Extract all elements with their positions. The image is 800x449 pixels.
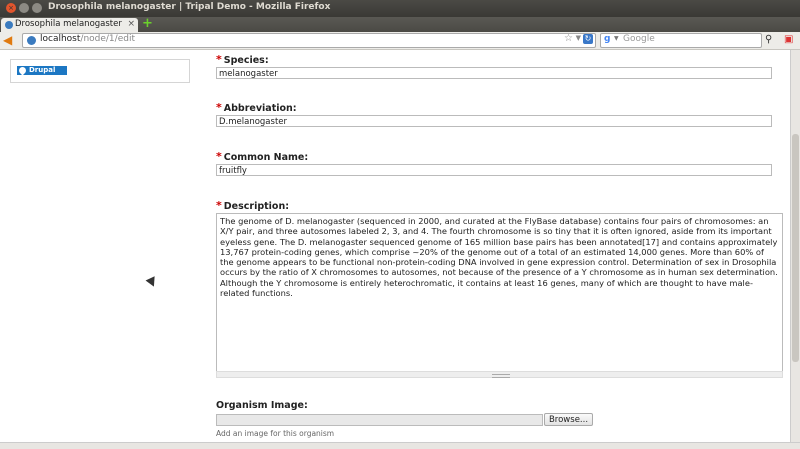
- browser-tab[interactable]: Drosophila melanogaster | Tri... ×: [1, 18, 138, 32]
- url-host: localhost: [40, 34, 81, 44]
- tab-bar: Drosophila melanogaster | Tri... × +: [0, 17, 800, 32]
- url-bar[interactable]: localhost/node/1/edit ☆ ▼ ↻: [22, 33, 596, 48]
- abbreviation-label: * Abbreviation:: [216, 101, 297, 114]
- window-title: Drosophila melanogaster | Tripal Demo - …: [48, 2, 331, 12]
- bookmark-star-icon[interactable]: ☆: [564, 33, 573, 44]
- description-label: * Description:: [216, 199, 290, 212]
- sidebar-block: Drupal: [10, 59, 190, 83]
- window-minimize-button[interactable]: [19, 3, 29, 13]
- common-name-label: * Common Name:: [216, 150, 309, 163]
- required-mark: *: [216, 53, 222, 66]
- abbreviation-field-group: * Abbreviation: D.melanogaster: [216, 101, 772, 127]
- textarea-resize-grip[interactable]: [216, 371, 783, 378]
- search-magnifier-icon[interactable]: ⚲: [765, 34, 777, 46]
- required-mark: *: [216, 199, 222, 212]
- species-input[interactable]: melanogaster: [216, 67, 772, 79]
- description-field-group: * Description: The genome of D. melanogas…: [216, 199, 783, 378]
- drupal-badge-label: Drupal: [29, 66, 56, 74]
- grip-handle-icon: [492, 374, 510, 378]
- tab-close-icon[interactable]: ×: [127, 19, 135, 29]
- site-identity-icon[interactable]: [27, 36, 36, 45]
- favicon-icon: [5, 21, 13, 29]
- search-placeholder: Google: [623, 34, 655, 44]
- reload-icon[interactable]: ↻: [583, 34, 593, 44]
- common-name-input[interactable]: fruitfly: [216, 164, 772, 176]
- menu-icon[interactable]: ▣: [784, 34, 796, 46]
- url-history-dropdown-icon[interactable]: ▼: [576, 34, 581, 42]
- species-field-group: * Species: melanogaster: [216, 53, 772, 79]
- window-close-button[interactable]: ×: [6, 3, 16, 13]
- abbreviation-input[interactable]: D.melanogaster: [216, 115, 772, 127]
- window-title-bar: × Drosophila melanogaster | Tripal Demo …: [0, 0, 800, 17]
- required-mark: *: [216, 150, 222, 163]
- drupal-drop-icon: [17, 65, 28, 76]
- url-path: /node/1/edit: [80, 34, 135, 44]
- browse-button[interactable]: Browse...: [544, 413, 593, 426]
- page-content: Drupal * Species: melanogaster * Abbreviat…: [0, 50, 790, 442]
- search-box[interactable]: g ▼ Google: [600, 33, 762, 48]
- navigation-bar: ◀ localhost/node/1/edit ☆ ▼ ↻ g ▼ Google…: [0, 32, 800, 50]
- required-mark: *: [216, 101, 222, 114]
- search-engine-dropdown-icon[interactable]: ▼: [614, 35, 619, 42]
- organism-image-description: Add an image for this organism: [216, 429, 335, 438]
- species-label: * Species:: [216, 53, 269, 66]
- vertical-scrollbar[interactable]: [790, 50, 800, 442]
- scrollbar-thumb[interactable]: [792, 134, 799, 362]
- drupal-badge[interactable]: Drupal: [17, 65, 67, 76]
- organism-image-field-group: Organism Image: Browse... Add an image f…: [216, 400, 593, 438]
- back-arrow-icon[interactable]: ◀: [3, 34, 17, 47]
- url-text[interactable]: localhost/node/1/edit: [40, 34, 135, 44]
- organism-image-label: Organism Image:: [216, 400, 308, 411]
- tab-title: Drosophila melanogaster | Tri...: [15, 19, 123, 29]
- organism-image-file-input[interactable]: [216, 414, 543, 426]
- google-search-engine-icon[interactable]: g: [604, 34, 610, 44]
- new-tab-button[interactable]: +: [142, 17, 154, 30]
- window-maximize-button[interactable]: [32, 3, 42, 13]
- common-name-field-group: * Common Name: fruitfly: [216, 150, 772, 176]
- mouse-pointer-icon: [145, 276, 159, 289]
- description-textarea[interactable]: The genome of D. melanogaster (sequenced…: [216, 213, 783, 373]
